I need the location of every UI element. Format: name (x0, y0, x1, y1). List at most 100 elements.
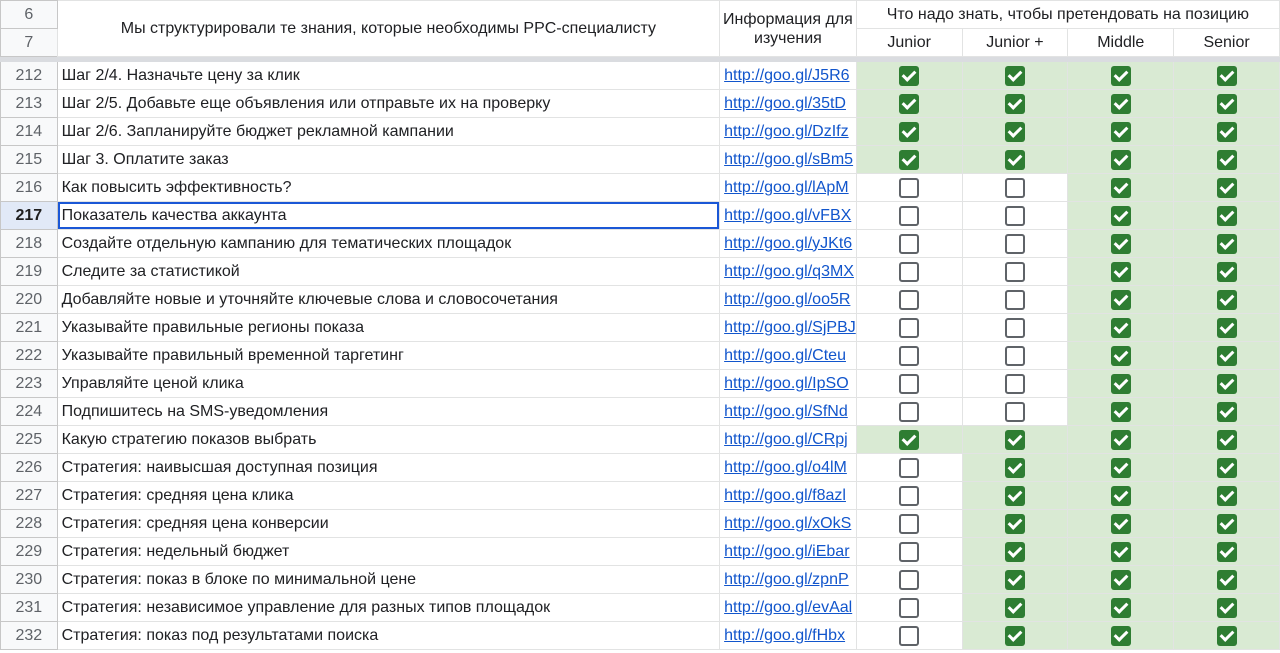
checkbox-cell[interactable] (961, 285, 1069, 314)
row-number[interactable]: 226 (0, 453, 58, 482)
link-cell[interactable]: http://goo.gl/yJKt6 (719, 229, 857, 258)
checkbox-unchecked-icon[interactable] (1004, 289, 1025, 310)
link-cell[interactable]: http://goo.gl/Cteu (719, 341, 857, 370)
checkbox-checked-icon[interactable] (1216, 233, 1237, 254)
checkbox-cell[interactable] (961, 425, 1069, 454)
checkbox-cell[interactable] (1067, 341, 1175, 370)
row-number[interactable]: 222 (0, 341, 58, 370)
checkbox-cell[interactable] (855, 621, 963, 650)
checkbox-cell[interactable] (855, 453, 963, 482)
checkbox-cell[interactable] (1067, 537, 1175, 566)
checkbox-checked-icon[interactable] (1216, 457, 1237, 478)
checkbox-cell[interactable] (961, 481, 1069, 510)
link-cell[interactable]: http://goo.gl/IpSO (719, 369, 857, 398)
checkbox-cell[interactable] (961, 565, 1069, 594)
topic-cell[interactable]: Добавляйте новые и уточняйте ключевые сл… (56, 285, 721, 314)
checkbox-cell[interactable] (1173, 313, 1280, 342)
checkbox-checked-icon[interactable] (1110, 93, 1131, 114)
checkbox-cell[interactable] (1067, 621, 1175, 650)
checkbox-cell[interactable] (1067, 425, 1175, 454)
checkbox-checked-icon[interactable] (1110, 569, 1131, 590)
topic-cell[interactable]: Стратегия: наивысшая доступная позиция (56, 453, 721, 482)
level-header-junior[interactable]: Junior (855, 28, 963, 57)
checkbox-unchecked-icon[interactable] (899, 485, 920, 506)
checkbox-cell[interactable] (1173, 89, 1280, 118)
checkbox-checked-icon[interactable] (1216, 345, 1237, 366)
checkbox-checked-icon[interactable] (1216, 513, 1237, 534)
checkbox-checked-icon[interactable] (1216, 205, 1237, 226)
checkbox-checked-icon[interactable] (1004, 625, 1025, 646)
checkbox-cell[interactable] (1173, 117, 1280, 146)
row-number[interactable]: 213 (0, 89, 58, 118)
checkbox-checked-icon[interactable] (1216, 177, 1237, 198)
checkbox-unchecked-icon[interactable] (899, 401, 920, 422)
level-header-middle[interactable]: Middle (1067, 28, 1175, 57)
row-number[interactable]: 227 (0, 481, 58, 510)
checkbox-unchecked-icon[interactable] (1004, 205, 1025, 226)
checkbox-checked-icon[interactable] (899, 65, 920, 86)
topic-cell[interactable]: Какую стратегию показов выбрать (56, 425, 721, 454)
topic-cell[interactable]: Стратегия: средняя цена клика (56, 481, 721, 510)
row-number[interactable]: 221 (0, 313, 58, 342)
checkbox-cell[interactable] (1067, 229, 1175, 258)
checkbox-cell[interactable] (1173, 621, 1280, 650)
checkbox-unchecked-icon[interactable] (899, 205, 920, 226)
checkbox-checked-icon[interactable] (1110, 289, 1131, 310)
checkbox-cell[interactable] (961, 593, 1069, 622)
checkbox-cell[interactable] (855, 117, 963, 146)
row-number[interactable]: 225 (0, 425, 58, 454)
link-cell[interactable]: http://goo.gl/vFBX (719, 201, 857, 230)
checkbox-unchecked-icon[interactable] (899, 177, 920, 198)
row-number[interactable]: 230 (0, 565, 58, 594)
row-number[interactable]: 217 (0, 201, 58, 230)
checkbox-cell[interactable] (1173, 173, 1280, 202)
checkbox-unchecked-icon[interactable] (899, 345, 920, 366)
checkbox-cell[interactable] (1173, 509, 1280, 538)
checkbox-checked-icon[interactable] (1110, 345, 1131, 366)
checkbox-cell[interactable] (1173, 61, 1280, 90)
checkbox-cell[interactable] (1173, 229, 1280, 258)
checkbox-checked-icon[interactable] (1110, 233, 1131, 254)
checkbox-cell[interactable] (855, 257, 963, 286)
level-header-junior-plus[interactable]: Junior + (961, 28, 1069, 57)
checkbox-unchecked-icon[interactable] (899, 317, 920, 338)
checkbox-cell[interactable] (1173, 453, 1280, 482)
checkbox-cell[interactable] (961, 257, 1069, 286)
checkbox-checked-icon[interactable] (1004, 121, 1025, 142)
checkbox-checked-icon[interactable] (1216, 65, 1237, 86)
row-number[interactable]: 6 (0, 0, 58, 29)
checkbox-cell[interactable] (1067, 481, 1175, 510)
checkbox-unchecked-icon[interactable] (899, 233, 920, 254)
row-number[interactable]: 212 (0, 61, 58, 90)
checkbox-unchecked-icon[interactable] (1004, 401, 1025, 422)
checkbox-checked-icon[interactable] (1216, 149, 1237, 170)
level-header-senior[interactable]: Senior (1173, 28, 1280, 57)
checkbox-cell[interactable] (1067, 313, 1175, 342)
checkbox-cell[interactable] (1067, 145, 1175, 174)
checkbox-cell[interactable] (1067, 257, 1175, 286)
link-cell[interactable]: http://goo.gl/35tD (719, 89, 857, 118)
checkbox-cell[interactable] (961, 537, 1069, 566)
checkbox-cell[interactable] (961, 201, 1069, 230)
checkbox-checked-icon[interactable] (1004, 513, 1025, 534)
checkbox-cell[interactable] (1067, 397, 1175, 426)
checkbox-cell[interactable] (961, 369, 1069, 398)
checkbox-checked-icon[interactable] (1110, 65, 1131, 86)
checkbox-cell[interactable] (1067, 173, 1175, 202)
checkbox-cell[interactable] (855, 61, 963, 90)
checkbox-checked-icon[interactable] (1004, 485, 1025, 506)
topic-cell[interactable]: Стратегия: недельный бюджет (56, 537, 721, 566)
checkbox-unchecked-icon[interactable] (899, 625, 920, 646)
checkbox-cell[interactable] (1173, 565, 1280, 594)
checkbox-cell[interactable] (855, 397, 963, 426)
checkbox-cell[interactable] (855, 593, 963, 622)
checkbox-cell[interactable] (1067, 285, 1175, 314)
checkbox-cell[interactable] (961, 229, 1069, 258)
link-cell[interactable]: http://goo.gl/xOkS (719, 509, 857, 538)
checkbox-cell[interactable] (1173, 201, 1280, 230)
checkbox-checked-icon[interactable] (1004, 541, 1025, 562)
checkbox-unchecked-icon[interactable] (899, 541, 920, 562)
topic-cell[interactable]: Подпишитесь на SMS-уведомления (56, 397, 721, 426)
checkbox-cell[interactable] (1173, 145, 1280, 174)
row-number[interactable]: 224 (0, 397, 58, 426)
